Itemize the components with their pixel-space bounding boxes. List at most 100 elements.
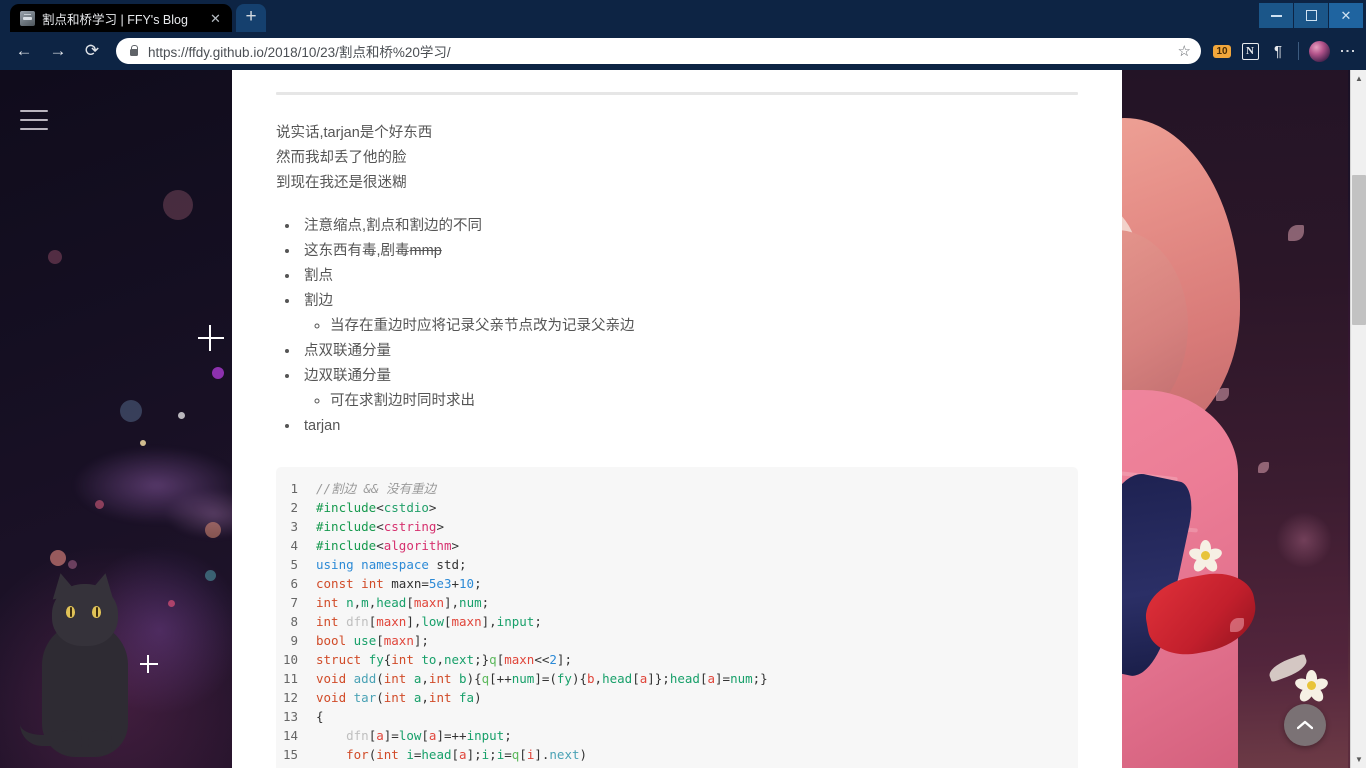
code-line-text: int n,m,head[maxn],num; [316,595,490,610]
code-line-text: const int maxn=5e3+10; [316,576,482,591]
tab-close-icon[interactable]: ✕ [207,10,224,27]
lock-icon [128,45,139,58]
list-item-label: 点双联通分量 [304,343,391,359]
scroll-down-arrow[interactable]: ▼ [1351,751,1366,768]
code-line: 14 dfn[a]=low[a]=++input; [276,726,1078,745]
code-line: 8 int dfn[maxn],low[maxn],input; [276,612,1078,631]
url-text[interactable]: https://ffdy.github.io/2018/10/23/割点和桥%2… [148,41,1169,61]
profile-avatar[interactable] [1306,38,1332,64]
pilcrow-icon[interactable]: ¶ [1265,38,1291,64]
list-item: 割点 [300,264,1078,289]
list-item-strike: mmp [409,243,442,259]
code-line-text: void add(int a,int b){q[++num]=(fy){b,he… [316,671,768,686]
sub-list: 当存在重边时应将记录父亲节点改为记录父亲边 [330,314,1078,339]
flower-decoration [1293,670,1330,704]
code-line: 16 { [276,764,1078,768]
list-item-label: 割点 [304,268,333,284]
page-scrollbar[interactable]: ▲ ▼ [1350,70,1366,768]
browser-toolbar: ← → ⟳ https://ffdy.github.io/2018/10/23/… [0,32,1366,70]
extension-badge-10[interactable]: 10 [1209,38,1235,64]
code-line-text: #include<algorithm> [316,538,460,553]
list-item: 割边 当存在重边时应将记录父亲节点改为记录父亲边 [300,289,1078,339]
minimize-button[interactable] [1259,3,1293,28]
code-line: 4 #include<algorithm> [276,536,1078,555]
code-line: 3 #include<cstring> [276,517,1078,536]
site-favicon [20,10,35,26]
list-item-label: 割边 [304,293,333,309]
code-line-text: dfn[a]=low[a]=++input; [346,728,512,743]
chrome-menu-button[interactable]: ⋮ [1334,38,1360,64]
code-block[interactable]: 1 //割边 && 没有重边 2 #include<cstdio> 3 #include<… [276,467,1078,768]
code-line: 6 const int maxn=5e3+10; [276,574,1078,593]
sparkle-icon [198,337,224,339]
code-line-number: 3 [290,519,298,534]
outline-list: 注意缩点,割点和割边的不同 这东西有毒,剧毒mmp 割点 割边 当存在重边时应将… [300,214,1078,439]
back-button[interactable]: ← [8,35,40,67]
code-line-number: 13 [282,709,298,724]
hamburger-bar [20,128,48,130]
browser-window: 割点和桥学习 | FFY's Blog ✕ + ✕ ← → ⟳ https://… [0,0,1366,768]
article-content: 说实话,tarjan是个好东西 然而我却丢了他的脸 到现在我还是很迷糊 注意缩点… [232,92,1122,768]
paragraph: 然而我却丢了他的脸 [276,150,407,166]
bokeh-dot [95,500,104,509]
cat-illustration [20,570,150,760]
code-line: 11 void add(int a,int b){q[++num]=(fy){b,… [276,669,1078,688]
tab-title: 割点和桥学习 | FFY's Blog [42,12,188,27]
code-line-text: //割边 && 没有重边 [316,481,437,496]
code-line-number: 14 [282,728,298,743]
code-line-number: 2 [290,500,298,515]
maximize-button[interactable] [1294,3,1328,28]
close-window-button[interactable]: ✕ [1329,3,1363,28]
code-line-number: 4 [290,538,298,553]
code-line-number: 15 [282,747,298,762]
bokeh-dot [140,440,146,446]
paragraph: 说实话,tarjan是个好东西 [276,125,433,141]
bokeh-dot [205,522,221,538]
code-line-number: 12 [282,690,298,705]
list-item-label: 注意缩点,割点和割边的不同 [304,218,483,234]
scrollbar-thumb[interactable] [1352,175,1366,325]
flower-decoration [1187,540,1224,574]
scroll-to-top-button[interactable] [1284,704,1326,746]
code-line: 13 { [276,707,1078,726]
code-line: 5 using namespace std; [276,555,1078,574]
code-line: 1 //割边 && 没有重边 [276,479,1078,498]
code-line: 9 bool use[maxn]; [276,631,1078,650]
bokeh-dot [50,550,66,566]
code-line-number: 10 [282,652,298,667]
code-line-number: 5 [290,557,298,572]
forward-button[interactable]: → [42,35,74,67]
bokeh-dot [68,560,77,569]
reload-button[interactable]: ⟳ [76,35,108,67]
petal-decoration [1258,462,1269,473]
code-line: 12 void tar(int a,int fa) [276,688,1078,707]
hamburger-bar [20,110,48,112]
list-item-label: tarjan [304,418,341,434]
tab-active[interactable]: 割点和桥学习 | FFY's Blog ✕ [10,4,232,32]
scroll-up-arrow[interactable]: ▲ [1351,70,1366,87]
bokeh-dot [168,600,175,607]
bokeh-dot [212,367,224,379]
bookmark-star-icon[interactable]: ☆ [1178,42,1191,60]
code-line-text: using namespace std; [316,557,467,572]
tab-strip: 割点和桥学习 | FFY's Blog ✕ + ✕ [0,0,1366,32]
bokeh-dot [48,250,62,264]
code-line-number: 1 [290,481,298,496]
menu-toggle[interactable] [20,110,48,130]
address-bar[interactable]: https://ffdy.github.io/2018/10/23/割点和桥%2… [116,38,1201,64]
sub-list: 可在求割边时同时求出 [330,389,1078,414]
anime-illustration [1098,70,1348,768]
code-line: 15 for(int i=head[a];i;i=q[i].next) [276,745,1078,764]
notion-icon[interactable]: N [1237,38,1263,64]
list-item-label: 这东西有毒,剧毒 [304,243,410,259]
pilcrow-glyph: ¶ [1273,42,1283,60]
code-line-number: 9 [290,633,298,648]
badge-count: 10 [1213,44,1231,58]
code-line-text: bool use[maxn]; [316,633,429,648]
new-tab-button[interactable]: + [236,4,266,32]
code-line-text: struct fy{int to,next;}q[maxn<<2]; [316,652,572,667]
code-line-number: 7 [290,595,298,610]
code-line-text: void tar(int a,int fa) [316,690,482,705]
petal-decoration [1216,388,1229,401]
window-controls: ✕ [1259,0,1366,30]
